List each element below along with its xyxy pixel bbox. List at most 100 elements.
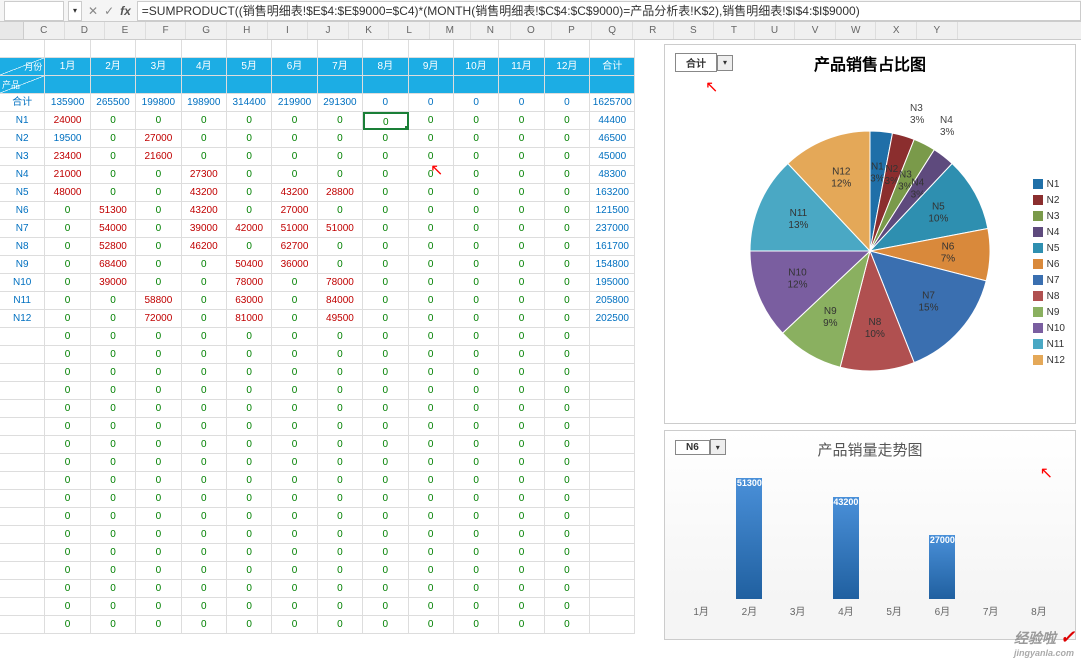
table-cell[interactable]: 0 — [136, 562, 181, 580]
table-cell[interactable]: 0 — [545, 148, 590, 166]
table-cell[interactable]: 0 — [182, 310, 227, 328]
table-cell[interactable]: 0 — [272, 454, 317, 472]
table-cell[interactable]: 0 — [409, 346, 454, 364]
table-cell[interactable]: 45000 — [590, 148, 635, 166]
table-cell[interactable] — [590, 616, 635, 634]
table-cell[interactable]: 0 — [227, 454, 272, 472]
table-cell[interactable]: 0 — [91, 130, 136, 148]
table-cell[interactable]: 0 — [454, 562, 499, 580]
table-cell[interactable]: 0 — [227, 418, 272, 436]
table-cell[interactable]: 0 — [227, 202, 272, 220]
table-cell[interactable]: 0 — [409, 292, 454, 310]
table-cell[interactable]: 0 — [499, 184, 544, 202]
column-header[interactable]: H — [227, 22, 268, 39]
table-cell[interactable]: 0 — [272, 508, 317, 526]
table-cell[interactable]: 0 — [136, 238, 181, 256]
table-cell[interactable]: 43200 — [272, 184, 317, 202]
table-cell[interactable]: 0 — [409, 472, 454, 490]
table-cell[interactable]: 0 — [363, 256, 408, 274]
table-cell[interactable]: 0 — [318, 166, 363, 184]
table-cell[interactable]: 0 — [227, 598, 272, 616]
table-cell[interactable]: 0 — [499, 292, 544, 310]
table-cell[interactable]: 78000 — [318, 274, 363, 292]
table-cell[interactable]: 0 — [227, 400, 272, 418]
chevron-down-icon[interactable]: ▾ — [717, 55, 733, 71]
table-cell[interactable]: 0 — [454, 598, 499, 616]
table-cell[interactable]: 0 — [227, 346, 272, 364]
table-cell[interactable]: 0 — [272, 616, 317, 634]
table-cell[interactable]: 0 — [499, 598, 544, 616]
table-cell[interactable]: 0 — [318, 148, 363, 166]
table-cell[interactable]: 0 — [136, 256, 181, 274]
table-cell[interactable]: 0 — [545, 328, 590, 346]
table-cell[interactable]: 0 — [454, 148, 499, 166]
table-cell[interactable]: 0 — [545, 598, 590, 616]
pie-dropdown[interactable]: 合计 ▾ — [675, 53, 733, 72]
table-cell[interactable]: 0 — [363, 184, 408, 202]
table-cell[interactable]: 0 — [409, 544, 454, 562]
table-cell[interactable]: 0 — [409, 598, 454, 616]
table-cell[interactable]: 0 — [363, 436, 408, 454]
column-header[interactable]: U — [755, 22, 796, 39]
table-cell[interactable]: 0 — [454, 364, 499, 382]
table-cell[interactable]: 0 — [182, 400, 227, 418]
table-cell[interactable]: 0 — [318, 598, 363, 616]
table-cell[interactable]: 72000 — [136, 310, 181, 328]
table-cell[interactable]: 0 — [91, 328, 136, 346]
spreadsheet-grid[interactable]: 月份1月2月3月4月5月6月7月8月9月10月11月12月合计产品合计13590… — [0, 40, 660, 634]
column-header[interactable]: Y — [917, 22, 958, 39]
table-cell[interactable]: 0 — [182, 256, 227, 274]
table-cell[interactable]: 46500 — [590, 130, 635, 148]
table-cell[interactable]: 0 — [272, 382, 317, 400]
table-cell[interactable]: 0 — [91, 382, 136, 400]
table-cell[interactable]: 0 — [545, 544, 590, 562]
table-cell[interactable]: 0 — [409, 310, 454, 328]
table-cell[interactable]: 0 — [363, 616, 408, 634]
table-cell[interactable]: 0 — [136, 328, 181, 346]
table-cell[interactable]: 0 — [363, 346, 408, 364]
column-header[interactable]: E — [105, 22, 146, 39]
table-cell[interactable]: 0 — [318, 328, 363, 346]
table-cell[interactable]: 0 — [227, 112, 272, 130]
column-header[interactable]: M — [430, 22, 471, 39]
table-cell[interactable]: 0 — [318, 616, 363, 634]
table-cell[interactable]: 0 — [91, 616, 136, 634]
table-cell[interactable]: 0 — [409, 400, 454, 418]
table-cell[interactable] — [590, 580, 635, 598]
table-cell[interactable]: 0 — [45, 220, 90, 238]
table-cell[interactable]: 0 — [454, 436, 499, 454]
column-header[interactable]: Q — [592, 22, 633, 39]
table-cell[interactable]: 0 — [136, 418, 181, 436]
table-cell[interactable]: 0 — [499, 310, 544, 328]
table-cell[interactable]: 0 — [545, 202, 590, 220]
table-cell[interactable]: 0 — [45, 256, 90, 274]
table-cell[interactable]: 0 — [45, 490, 90, 508]
table-cell[interactable] — [590, 508, 635, 526]
table-cell[interactable]: 0 — [409, 580, 454, 598]
table-cell[interactable]: 0 — [227, 562, 272, 580]
table-cell[interactable]: 0 — [363, 130, 408, 148]
bar-chart[interactable]: 产品销量走势图 N6 ▾ ↖ 1月513002月3月432004月5月27000… — [664, 430, 1076, 640]
table-cell[interactable]: 0 — [545, 292, 590, 310]
table-cell[interactable] — [590, 472, 635, 490]
table-cell[interactable]: 0 — [545, 220, 590, 238]
column-header[interactable]: I — [268, 22, 309, 39]
table-cell[interactable]: 0 — [363, 544, 408, 562]
table-cell[interactable]: 0 — [182, 472, 227, 490]
table-cell[interactable]: 0 — [136, 436, 181, 454]
table-cell[interactable]: 0 — [499, 328, 544, 346]
column-header[interactable]: G — [186, 22, 227, 39]
table-cell[interactable]: 0 — [45, 202, 90, 220]
table-cell[interactable]: 0 — [363, 220, 408, 238]
table-cell[interactable]: 0 — [272, 400, 317, 418]
table-cell[interactable]: 0 — [182, 562, 227, 580]
table-cell[interactable]: 58800 — [136, 292, 181, 310]
table-cell[interactable]: 0 — [318, 562, 363, 580]
table-cell[interactable]: 0 — [545, 130, 590, 148]
table-cell[interactable]: 0 — [136, 472, 181, 490]
table-cell[interactable]: 0 — [454, 238, 499, 256]
table-cell[interactable]: 0 — [91, 184, 136, 202]
table-cell[interactable]: 52800 — [91, 238, 136, 256]
table-cell[interactable]: 0 — [318, 418, 363, 436]
table-cell[interactable]: 0 — [227, 184, 272, 202]
